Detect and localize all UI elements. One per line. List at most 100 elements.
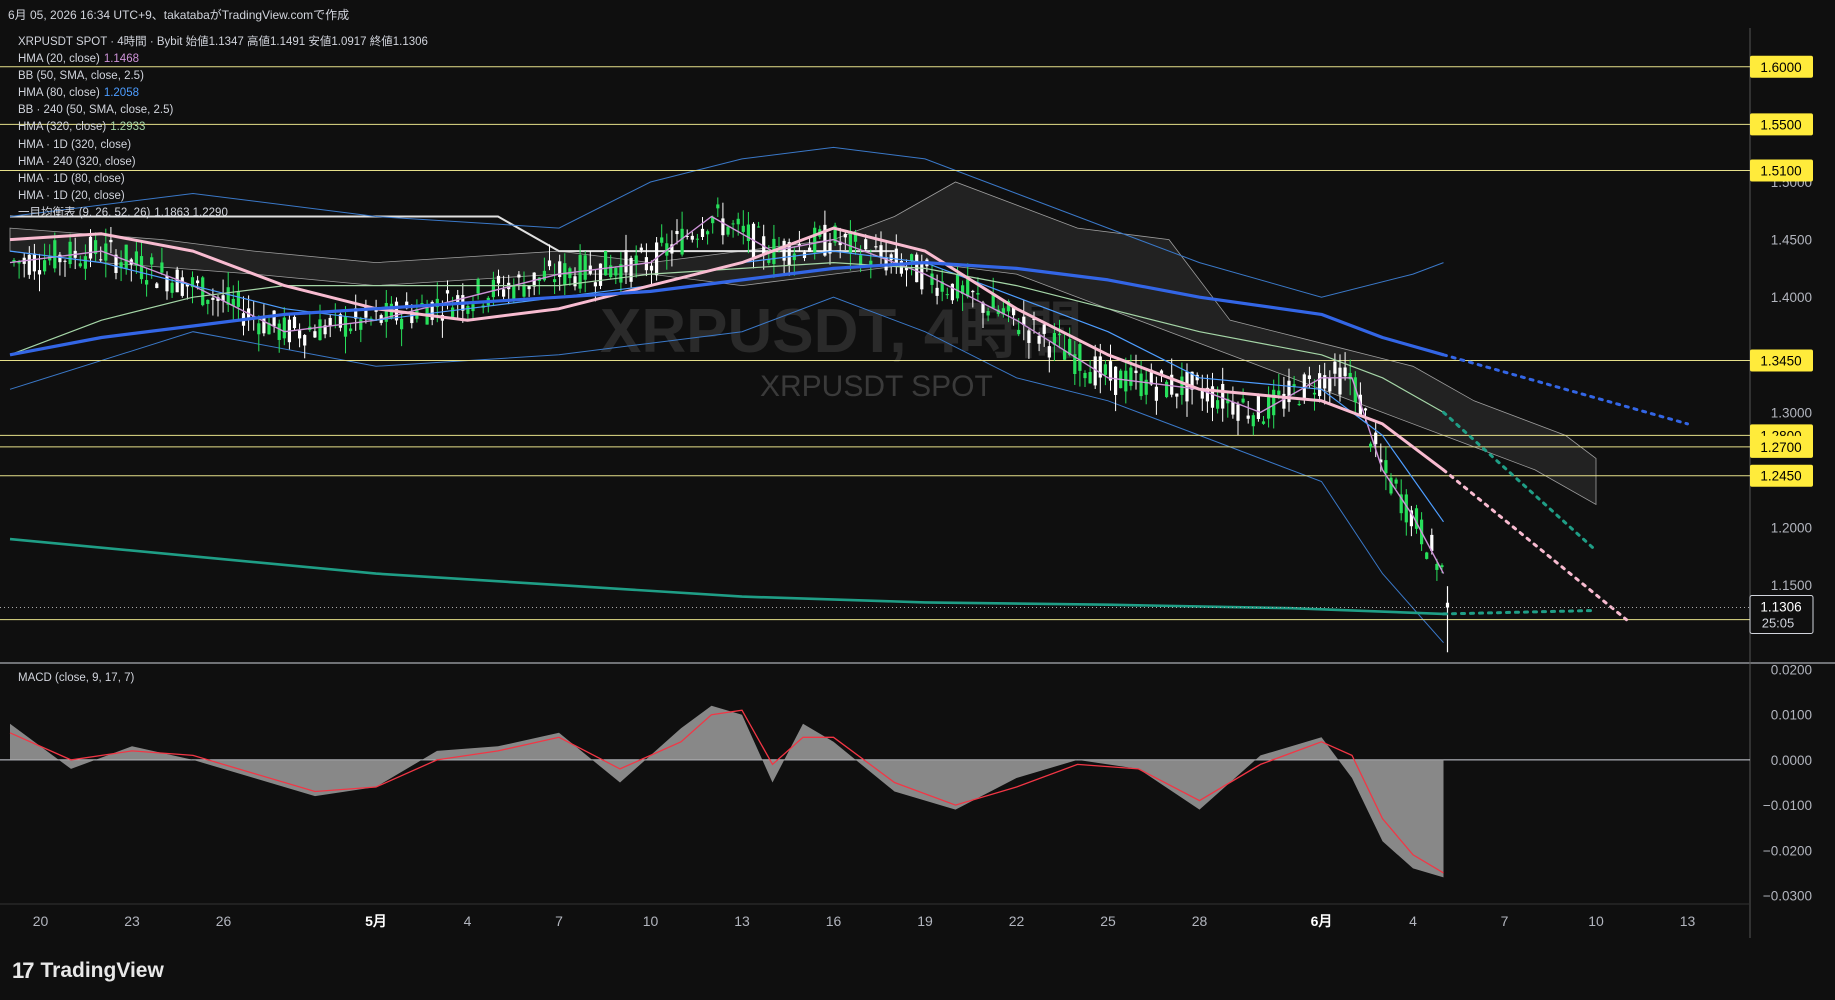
candle-body: [1435, 563, 1439, 570]
candle-body: [848, 231, 852, 254]
candle-body: [1256, 395, 1260, 419]
candle-body: [211, 297, 215, 300]
candle-body: [282, 317, 286, 339]
candle-body: [1343, 367, 1347, 377]
candle-body: [502, 289, 506, 297]
candle-body: [741, 225, 745, 232]
time-tick-label: 26: [216, 913, 232, 929]
candle-body: [808, 247, 812, 253]
legend-bb[interactable]: BB (50, SMA, close, 2.5): [18, 68, 428, 85]
candle-body: [660, 237, 664, 243]
candle-body: [629, 257, 633, 282]
legend-ichimoku[interactable]: 一目均衡表 (9, 26, 52, 26) 1.1863 1.2290: [18, 205, 428, 222]
candle-body: [476, 279, 480, 294]
time-tick-label: 7: [555, 913, 563, 929]
candle-body: [1440, 565, 1444, 568]
candle-body: [1221, 383, 1225, 409]
candle-body: [522, 284, 526, 297]
candle-body: [1042, 324, 1046, 334]
candle-body: [1236, 404, 1240, 421]
level-label: 1.5100: [1760, 163, 1801, 178]
watermark-subtitle: XRPUSDT SPOT: [760, 370, 993, 403]
candle-body: [1180, 376, 1184, 395]
candle-body: [139, 256, 144, 280]
candle-body: [1328, 378, 1332, 392]
candle-body: [1057, 333, 1062, 336]
time-tick-label: 7: [1501, 913, 1509, 929]
candle-body: [695, 238, 699, 240]
candle-body: [27, 254, 31, 275]
candle-body: [150, 257, 154, 265]
candle-body: [700, 228, 705, 237]
candle-body: [1384, 460, 1388, 474]
candle-body: [313, 331, 317, 338]
candle-body: [236, 291, 240, 307]
macd-tick-label: −0.0100: [1763, 798, 1812, 813]
candle-body: [349, 328, 353, 332]
candle-body: [145, 280, 149, 285]
price-tick-label: 1.4000: [1771, 290, 1812, 305]
legend-hma-240-320[interactable]: HMA · 240 (320, close): [18, 154, 428, 171]
level-label: 1.6000: [1760, 60, 1801, 75]
legend-symbol[interactable]: XRPUSDT SPOT · 4時間 · Bybit 始値1.1347 高値1.…: [18, 34, 428, 51]
candle-body: [736, 218, 740, 225]
time-tick-label: 13: [734, 913, 750, 929]
candle-body: [1139, 373, 1143, 397]
candle-body: [512, 285, 516, 300]
legend-hma-1d-20[interactable]: HMA · 1D (20, close): [18, 188, 428, 205]
candle-body: [1363, 408, 1368, 411]
candle-body: [257, 323, 261, 335]
tradingview-logo-icon: 17: [12, 958, 35, 983]
candle-body: [1231, 401, 1235, 415]
legend-hma320[interactable]: HMA (320, close) 1.2933: [18, 119, 428, 136]
candle-body: [83, 256, 87, 269]
candle-body: [675, 231, 679, 235]
indicator-legend: XRPUSDT SPOT · 4時間 · Bybit 始値1.1347 高値1.…: [18, 34, 428, 222]
candle-body: [124, 244, 128, 269]
candle-body: [955, 274, 960, 299]
candle-body: [879, 245, 883, 258]
candle-body: [1318, 373, 1322, 397]
bar-countdown-label: 25:05: [1762, 615, 1795, 630]
legend-hma-1d-80[interactable]: HMA · 1D (80, close): [18, 171, 428, 188]
candle-body: [598, 263, 603, 286]
candle-body: [792, 253, 796, 261]
legend-bb-240[interactable]: BB · 240 (50, SMA, close, 2.5): [18, 102, 428, 119]
level-label: 1.3450: [1760, 354, 1801, 369]
candle-body: [716, 204, 720, 209]
candle-body: [634, 255, 638, 265]
candle-body: [593, 282, 597, 287]
candle-body: [37, 270, 42, 275]
candle-body: [277, 323, 281, 340]
candle-body: [813, 227, 817, 253]
macd-tick-label: −0.0200: [1763, 843, 1812, 858]
candle-body: [1241, 398, 1245, 403]
legend-hma-1d-320[interactable]: HMA · 1D (320, close): [18, 137, 428, 154]
candle-body: [843, 233, 847, 238]
time-tick-label: 25: [1100, 913, 1116, 929]
candle-body: [1114, 366, 1118, 395]
candle-body: [1374, 432, 1378, 445]
candle-body: [517, 274, 521, 278]
candle-body: [1083, 372, 1087, 379]
legend-hma80[interactable]: HMA (80, close) 1.2058: [18, 85, 428, 102]
candle-body: [731, 223, 735, 225]
candle-body: [991, 294, 995, 309]
candle-body: [726, 226, 730, 235]
candle-body: [292, 316, 297, 329]
candle-body: [328, 317, 332, 327]
time-tick-label: 16: [826, 913, 842, 929]
candle-body: [196, 280, 200, 284]
candle-body: [614, 267, 618, 276]
candle-body: [1088, 372, 1092, 384]
candle-body: [920, 262, 924, 290]
candle-body: [542, 270, 546, 281]
candle-body: [1394, 479, 1398, 484]
macd-legend[interactable]: MACD (close, 9, 17, 7): [18, 672, 134, 684]
last-price-label: 1.1306: [1760, 599, 1801, 614]
candle-body: [864, 239, 868, 250]
brand-name: TradingView: [40, 959, 164, 982]
legend-hma20[interactable]: HMA (20, close) 1.1468: [18, 51, 428, 68]
candle-body: [649, 265, 654, 271]
time-tick-label: 20: [33, 913, 49, 929]
